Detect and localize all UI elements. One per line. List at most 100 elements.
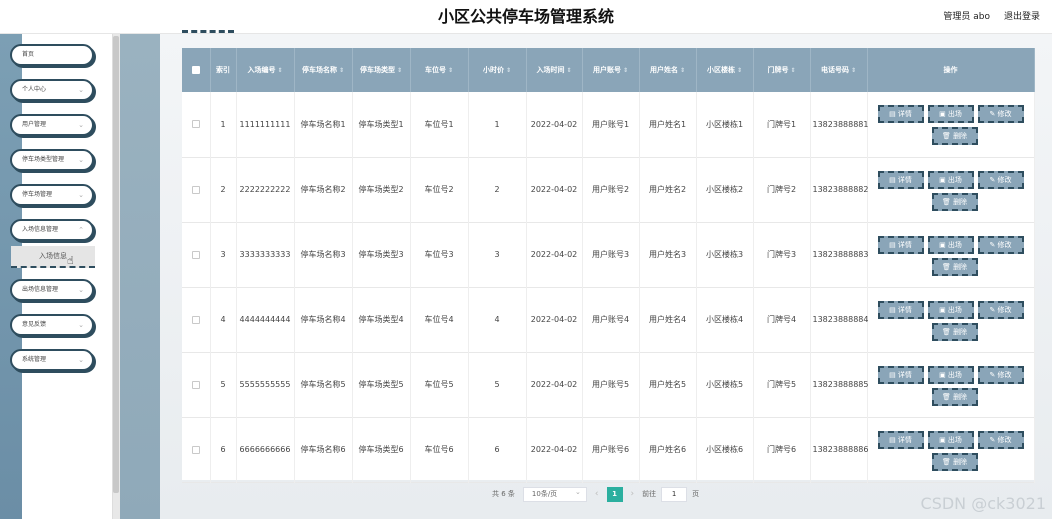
table-cell: 13823888886: [810, 417, 869, 482]
column-header[interactable]: 用户账号 ⇕: [582, 48, 640, 92]
detail-button-label: 详情: [897, 305, 912, 314]
detail-button[interactable]: ▤ 详情: [877, 300, 924, 319]
exit-button[interactable]: ▣ 出场: [927, 430, 974, 449]
row-checkbox[interactable]: [191, 315, 200, 324]
column-header[interactable]: 停车场类型 ⇕: [352, 48, 411, 92]
detail-button[interactable]: ▤ 详情: [877, 170, 924, 189]
select-all-checkbox[interactable]: [191, 66, 200, 74]
table-cell: 门牌号1: [753, 92, 811, 157]
sidebar-subitem-entry[interactable]: 入场信息: [11, 246, 95, 268]
table-cell: 6: [468, 417, 527, 482]
sidebar-item-system[interactable]: 系统管理 ⌄: [10, 349, 94, 371]
table-cell: 门牌号6: [753, 417, 811, 482]
detail-button[interactable]: ▤ 详情: [877, 105, 924, 124]
delete-icon: 🗑: [941, 457, 954, 466]
sort-icon[interactable]: ⇕: [680, 67, 685, 74]
exit-button[interactable]: ▣ 出场: [927, 105, 974, 124]
goto-page-input[interactable]: 1: [661, 486, 688, 502]
chevron-down-icon: ⌄: [78, 86, 84, 94]
edit-icon: ✎: [989, 240, 998, 249]
edit-button[interactable]: ✎ 修改: [977, 365, 1024, 384]
column-header[interactable]: 车位号 ⇕: [410, 48, 469, 92]
row-checkbox[interactable]: [191, 250, 200, 259]
edit-button[interactable]: ✎ 修改: [977, 300, 1024, 319]
column-header-label: 小区楼栋: [706, 65, 735, 74]
sidebar-item-lots[interactable]: 停车场管理 ⌄: [10, 184, 94, 206]
table-cell: 1: [468, 92, 527, 157]
next-page-button[interactable]: ›: [631, 489, 635, 499]
sidebar-item-personal-center[interactable]: 个人中心 ⌄: [10, 79, 94, 101]
delete-button[interactable]: 🗑 删除: [931, 127, 978, 146]
edit-button-label: 修改: [997, 435, 1012, 444]
delete-button-label: 删除: [953, 327, 968, 336]
column-header[interactable]: 入场编号 ⇕: [236, 48, 295, 92]
sidebar-item-feedback[interactable]: 意见反馈 ⌄: [10, 314, 94, 336]
delete-button[interactable]: 🗑 删除: [931, 387, 978, 406]
table-cell: 2022-04-02: [526, 92, 583, 157]
column-header[interactable]: 门牌号 ⇕: [753, 48, 811, 92]
row-checkbox[interactable]: [191, 120, 200, 129]
row-actions: ▤ 详情 ▣ 出场 ✎ 修改 🗑 删除: [867, 157, 1035, 222]
sort-icon[interactable]: ⇕: [737, 67, 742, 74]
sort-icon[interactable]: ⇕: [397, 67, 402, 74]
current-user[interactable]: 管理员 abo: [943, 0, 990, 34]
sidebar-item-exit-info[interactable]: 出场信息管理 ⌄: [10, 279, 94, 301]
column-header[interactable]: 入场时间 ⇕: [526, 48, 583, 92]
chevron-down-icon: ⌄: [78, 286, 84, 294]
sidebar-scrollbar-thumb[interactable]: [113, 36, 119, 493]
column-header[interactable]: 小区楼栋 ⇕: [696, 48, 754, 92]
column-header[interactable]: 电话号码 ⇕: [810, 48, 868, 92]
detail-button[interactable]: ▤ 详情: [877, 430, 924, 449]
detail-button[interactable]: ▤ 详情: [877, 365, 924, 384]
sidebar-item-lot-types[interactable]: 停车场类型管理 ⌄: [10, 149, 94, 171]
exit-button[interactable]: ▣ 出场: [927, 300, 974, 319]
sidebar-item-home[interactable]: 首页: [10, 44, 94, 66]
logout-link[interactable]: 退出登录: [1004, 0, 1040, 34]
table-cell: 1111111111: [236, 92, 295, 157]
table-cell: 停车场类型3: [352, 222, 411, 287]
page-number-button[interactable]: 1: [606, 486, 623, 502]
prev-page-button[interactable]: ‹: [595, 489, 599, 499]
exit-button[interactable]: ▣ 出场: [927, 170, 974, 189]
detail-button-label: 详情: [897, 370, 912, 379]
table-cell: 停车场类型2: [352, 157, 411, 222]
delete-button-label: 删除: [953, 457, 968, 466]
goto-suffix: 页: [692, 490, 700, 498]
row-actions: ▤ 详情 ▣ 出场 ✎ 修改 🗑 删除: [867, 352, 1035, 417]
divider: [182, 30, 234, 34]
sort-icon[interactable]: ⇕: [790, 67, 795, 74]
sort-icon[interactable]: ⇕: [851, 67, 856, 74]
row-checkbox[interactable]: [191, 185, 200, 194]
sidebar-item-entry-info[interactable]: 入场信息管理 ⌃: [10, 219, 94, 241]
edit-button[interactable]: ✎ 修改: [977, 235, 1024, 254]
column-header[interactable]: 用户姓名 ⇕: [639, 48, 697, 92]
exit-button[interactable]: ▣ 出场: [927, 365, 974, 384]
sort-icon[interactable]: ⇕: [277, 67, 282, 74]
delete-button[interactable]: 🗑 删除: [931, 192, 978, 211]
sort-icon[interactable]: ⇕: [448, 67, 453, 74]
edit-button[interactable]: ✎ 修改: [977, 170, 1024, 189]
edit-button-label: 修改: [997, 110, 1012, 119]
sort-icon[interactable]: ⇕: [506, 67, 511, 74]
edit-button[interactable]: ✎ 修改: [977, 430, 1024, 449]
sort-icon[interactable]: ⇕: [339, 67, 344, 74]
column-header-label: 入场编号: [247, 65, 276, 74]
delete-button[interactable]: 🗑 删除: [931, 322, 978, 341]
table-cell: 用户账号3: [582, 222, 640, 287]
row-actions: ▤ 详情 ▣ 出场 ✎ 修改 🗑 删除: [867, 222, 1035, 287]
row-checkbox[interactable]: [191, 380, 200, 389]
sort-icon[interactable]: ⇕: [623, 67, 628, 74]
detail-icon: ▤: [889, 435, 898, 444]
delete-button[interactable]: 🗑 删除: [931, 452, 978, 471]
row-checkbox[interactable]: [191, 445, 200, 454]
sidebar-item-users[interactable]: 用户管理 ⌄: [10, 114, 94, 136]
delete-button[interactable]: 🗑 删除: [931, 257, 978, 276]
sort-icon[interactable]: ⇕: [566, 67, 571, 74]
column-header[interactable]: 停车场名称 ⇕: [294, 48, 353, 92]
exit-button[interactable]: ▣ 出场: [927, 235, 974, 254]
table-cell: 停车场名称5: [294, 352, 353, 417]
edit-button[interactable]: ✎ 修改: [977, 105, 1024, 124]
column-header[interactable]: 小时价 ⇕: [468, 48, 527, 92]
page-size-select[interactable]: 10条/页: [522, 486, 587, 502]
detail-button[interactable]: ▤ 详情: [877, 235, 924, 254]
